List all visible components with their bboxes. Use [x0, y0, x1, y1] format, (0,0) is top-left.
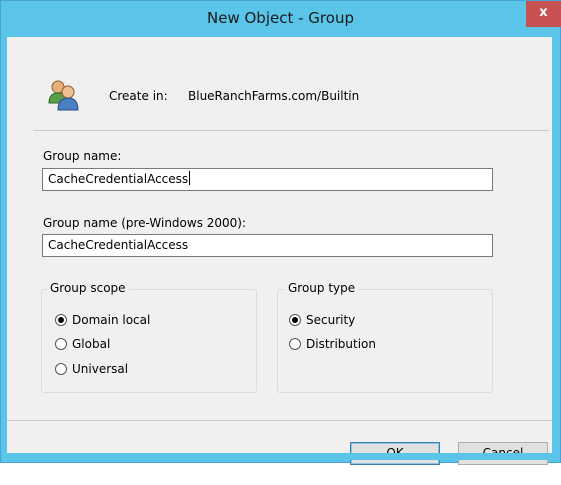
radio-selected-dot: [58, 317, 64, 323]
radio-label: Security: [306, 313, 356, 327]
separator-bottom: [7, 420, 552, 421]
group-scope-legend: Group scope: [47, 281, 129, 295]
radio-label: Distribution: [306, 337, 377, 351]
radio-circle[interactable]: [289, 314, 301, 326]
radio-circle[interactable]: [55, 363, 67, 375]
users-group-icon: [48, 80, 79, 111]
radio-label: Domain local: [72, 313, 151, 327]
radio-selected-dot: [292, 317, 298, 323]
radio-label: Global: [72, 337, 111, 351]
close-button[interactable]: x: [526, 1, 561, 27]
separator-top: [33, 130, 549, 131]
radio-universal[interactable]: Universal: [55, 361, 128, 377]
group-name-value: CacheCredentialAccess: [48, 172, 189, 186]
radio-distribution[interactable]: Distribution: [289, 336, 376, 352]
radio-circle[interactable]: [55, 314, 67, 326]
radio-global[interactable]: Global: [55, 336, 110, 352]
text-caret: [189, 171, 191, 185]
radio-circle[interactable]: [289, 338, 301, 350]
group-name-pre2000-label: Group name (pre-Windows 2000):: [43, 216, 247, 230]
dialog-body: Create in: BlueRanchFarms.com/Builtin Gr…: [7, 37, 552, 465]
radio-label: Universal: [72, 362, 129, 376]
group-name-label: Group name:: [43, 149, 122, 163]
window-title: New Object - Group: [207, 9, 354, 27]
create-in-value: BlueRanchFarms.com/Builtin: [188, 89, 360, 103]
radio-circle[interactable]: [55, 338, 67, 350]
title-bar[interactable]: New Object - Group x: [1, 1, 561, 38]
create-in-label: Create in:: [109, 89, 168, 103]
group-name-pre2000-field[interactable]: CacheCredentialAccess: [42, 234, 493, 257]
radio-security[interactable]: Security: [289, 312, 355, 328]
group-name-pre2000-value: CacheCredentialAccess: [48, 238, 189, 252]
group-type-legend: Group type: [285, 281, 359, 295]
group-name-field[interactable]: CacheCredentialAccess: [42, 168, 493, 191]
window-bottom-border: [7, 453, 552, 460]
radio-domain-local[interactable]: Domain local: [55, 312, 150, 328]
